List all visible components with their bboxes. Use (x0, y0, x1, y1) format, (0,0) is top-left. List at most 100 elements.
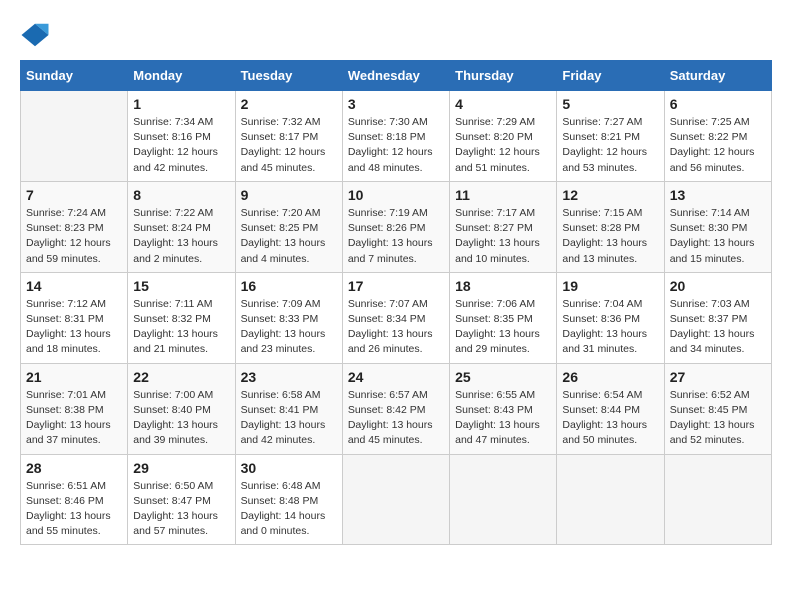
day-info: Sunrise: 7:14 AM Sunset: 8:30 PM Dayligh… (670, 206, 766, 267)
calendar-cell: 30 Sunrise: 6:48 AM Sunset: 8:48 PM Dayli… (235, 454, 342, 545)
day-number: 30 (241, 460, 337, 476)
logo-icon (20, 20, 50, 50)
day-number: 4 (455, 96, 551, 112)
day-number: 13 (670, 187, 766, 203)
day-number: 3 (348, 96, 444, 112)
day-number: 18 (455, 278, 551, 294)
day-info: Sunrise: 7:34 AM Sunset: 8:16 PM Dayligh… (133, 115, 229, 176)
day-number: 23 (241, 369, 337, 385)
day-number: 9 (241, 187, 337, 203)
calendar-cell: 1 Sunrise: 7:34 AM Sunset: 8:16 PM Daylig… (128, 91, 235, 182)
day-info: Sunrise: 7:17 AM Sunset: 8:27 PM Dayligh… (455, 206, 551, 267)
day-number: 21 (26, 369, 122, 385)
calendar-cell (664, 454, 771, 545)
day-info: Sunrise: 6:57 AM Sunset: 8:42 PM Dayligh… (348, 388, 444, 449)
calendar-cell: 20Sunrise: 7:03 AM Sunset: 8:37 PM Dayli… (664, 272, 771, 363)
day-number: 10 (348, 187, 444, 203)
day-info: Sunrise: 6:54 AM Sunset: 8:44 PM Dayligh… (562, 388, 658, 449)
calendar-cell: 5 Sunrise: 7:27 AM Sunset: 8:21 PM Daylig… (557, 91, 664, 182)
calendar-table: SundayMondayTuesdayWednesdayThursdayFrid… (20, 60, 772, 545)
day-number: 26 (562, 369, 658, 385)
calendar-week-row: 7 Sunrise: 7:24 AM Sunset: 8:23 PM Daylig… (21, 181, 772, 272)
day-info: Sunrise: 7:20 AM Sunset: 8:25 PM Dayligh… (241, 206, 337, 267)
day-info: Sunrise: 6:52 AM Sunset: 8:45 PM Dayligh… (670, 388, 766, 449)
day-info: Sunrise: 7:00 AM Sunset: 8:40 PM Dayligh… (133, 388, 229, 449)
day-info: Sunrise: 7:19 AM Sunset: 8:26 PM Dayligh… (348, 206, 444, 267)
column-header-saturday: Saturday (664, 61, 771, 91)
calendar-cell: 27 Sunrise: 6:52 AM Sunset: 8:45 PM Dayli… (664, 363, 771, 454)
day-info: Sunrise: 6:55 AM Sunset: 8:43 PM Dayligh… (455, 388, 551, 449)
day-info: Sunrise: 7:15 AM Sunset: 8:28 PM Dayligh… (562, 206, 658, 267)
calendar-cell: 26 Sunrise: 6:54 AM Sunset: 8:44 PM Dayli… (557, 363, 664, 454)
calendar-header-row: SundayMondayTuesdayWednesdayThursdayFrid… (21, 61, 772, 91)
day-number: 16 (241, 278, 337, 294)
calendar-cell: 2 Sunrise: 7:32 AM Sunset: 8:17 PM Daylig… (235, 91, 342, 182)
column-header-friday: Friday (557, 61, 664, 91)
day-info: Sunrise: 7:09 AM Sunset: 8:33 PM Dayligh… (241, 297, 337, 358)
day-number: 19 (562, 278, 658, 294)
calendar-cell: 25 Sunrise: 6:55 AM Sunset: 8:43 PM Dayli… (450, 363, 557, 454)
calendar-week-row: 14 Sunrise: 7:12 AM Sunset: 8:31 PM Dayli… (21, 272, 772, 363)
day-number: 20 (670, 278, 766, 294)
day-number: 24 (348, 369, 444, 385)
calendar-cell (450, 454, 557, 545)
calendar-cell: 10 Sunrise: 7:19 AM Sunset: 8:26 PM Dayli… (342, 181, 449, 272)
day-number: 27 (670, 369, 766, 385)
day-info: Sunrise: 7:25 AM Sunset: 8:22 PM Dayligh… (670, 115, 766, 176)
day-info: Sunrise: 7:11 AM Sunset: 8:32 PM Dayligh… (133, 297, 229, 358)
day-number: 29 (133, 460, 229, 476)
calendar-cell: 23 Sunrise: 6:58 AM Sunset: 8:41 PM Dayli… (235, 363, 342, 454)
day-info: Sunrise: 7:06 AM Sunset: 8:35 PM Dayligh… (455, 297, 551, 358)
day-number: 12 (562, 187, 658, 203)
calendar-cell: 17 Sunrise: 7:07 AM Sunset: 8:34 PM Dayli… (342, 272, 449, 363)
day-info: Sunrise: 7:07 AM Sunset: 8:34 PM Dayligh… (348, 297, 444, 358)
day-number: 14 (26, 278, 122, 294)
day-number: 17 (348, 278, 444, 294)
column-header-tuesday: Tuesday (235, 61, 342, 91)
calendar-cell: 11 Sunrise: 7:17 AM Sunset: 8:27 PM Dayli… (450, 181, 557, 272)
calendar-cell: 24 Sunrise: 6:57 AM Sunset: 8:42 PM Dayli… (342, 363, 449, 454)
day-number: 6 (670, 96, 766, 112)
calendar-cell: 18 Sunrise: 7:06 AM Sunset: 8:35 PM Dayli… (450, 272, 557, 363)
day-info: Sunrise: 7:12 AM Sunset: 8:31 PM Dayligh… (26, 297, 122, 358)
day-info: Sunrise: 7:32 AM Sunset: 8:17 PM Dayligh… (241, 115, 337, 176)
day-info: Sunrise: 7:30 AM Sunset: 8:18 PM Dayligh… (348, 115, 444, 176)
day-info: Sunrise: 6:58 AM Sunset: 8:41 PM Dayligh… (241, 388, 337, 449)
calendar-week-row: 1 Sunrise: 7:34 AM Sunset: 8:16 PM Daylig… (21, 91, 772, 182)
column-header-monday: Monday (128, 61, 235, 91)
column-header-thursday: Thursday (450, 61, 557, 91)
calendar-cell: 22 Sunrise: 7:00 AM Sunset: 8:40 PM Dayli… (128, 363, 235, 454)
calendar-cell: 16 Sunrise: 7:09 AM Sunset: 8:33 PM Dayli… (235, 272, 342, 363)
page-header (20, 20, 772, 50)
day-number: 22 (133, 369, 229, 385)
calendar-cell (557, 454, 664, 545)
calendar-cell (21, 91, 128, 182)
calendar-cell: 9 Sunrise: 7:20 AM Sunset: 8:25 PM Daylig… (235, 181, 342, 272)
day-number: 2 (241, 96, 337, 112)
column-header-sunday: Sunday (21, 61, 128, 91)
day-info: Sunrise: 7:29 AM Sunset: 8:20 PM Dayligh… (455, 115, 551, 176)
calendar-cell: 15Sunrise: 7:11 AM Sunset: 8:32 PM Dayli… (128, 272, 235, 363)
day-number: 8 (133, 187, 229, 203)
day-number: 1 (133, 96, 229, 112)
day-info: Sunrise: 7:24 AM Sunset: 8:23 PM Dayligh… (26, 206, 122, 267)
day-info: Sunrise: 6:51 AM Sunset: 8:46 PM Dayligh… (26, 479, 122, 540)
day-number: 25 (455, 369, 551, 385)
day-info: Sunrise: 7:01 AM Sunset: 8:38 PM Dayligh… (26, 388, 122, 449)
day-number: 28 (26, 460, 122, 476)
day-info: Sunrise: 7:04 AM Sunset: 8:36 PM Dayligh… (562, 297, 658, 358)
day-number: 11 (455, 187, 551, 203)
logo (20, 20, 54, 50)
calendar-cell: 6 Sunrise: 7:25 AM Sunset: 8:22 PM Daylig… (664, 91, 771, 182)
calendar-cell: 29Sunrise: 6:50 AM Sunset: 8:47 PM Dayli… (128, 454, 235, 545)
calendar-week-row: 21 Sunrise: 7:01 AM Sunset: 8:38 PM Dayli… (21, 363, 772, 454)
calendar-cell: 19 Sunrise: 7:04 AM Sunset: 8:36 PM Dayli… (557, 272, 664, 363)
day-info: Sunrise: 7:27 AM Sunset: 8:21 PM Dayligh… (562, 115, 658, 176)
day-info: Sunrise: 6:48 AM Sunset: 8:48 PM Dayligh… (241, 479, 337, 540)
day-number: 5 (562, 96, 658, 112)
day-number: 7 (26, 187, 122, 203)
calendar-cell: 4 Sunrise: 7:29 AM Sunset: 8:20 PM Daylig… (450, 91, 557, 182)
calendar-cell: 12 Sunrise: 7:15 AM Sunset: 8:28 PM Dayli… (557, 181, 664, 272)
calendar-cell: 13 Sunrise: 7:14 AM Sunset: 8:30 PM Dayli… (664, 181, 771, 272)
column-header-wednesday: Wednesday (342, 61, 449, 91)
